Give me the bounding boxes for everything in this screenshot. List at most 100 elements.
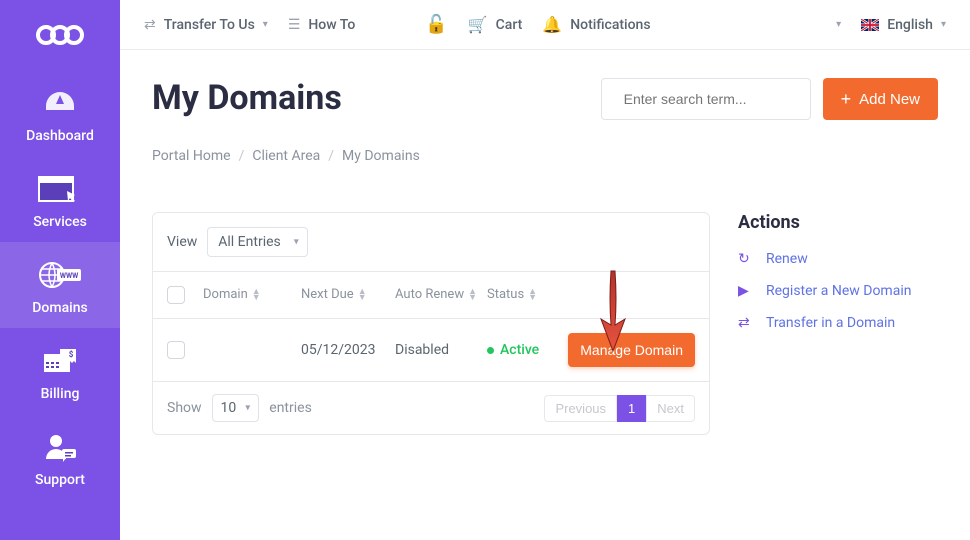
show-label: Show [167, 400, 202, 416]
action-label: Register a New Domain [766, 283, 911, 299]
action-renew[interactable]: ↻ Renew [738, 251, 938, 267]
search-box[interactable] [601, 78, 811, 120]
page-title: My Domains [152, 78, 342, 118]
topbar-label: Cart [496, 17, 523, 33]
topbar-label: Notifications [570, 17, 650, 33]
uk-flag-icon [861, 19, 879, 31]
topbar-label: Transfer To Us [164, 17, 255, 33]
manage-domain-button[interactable]: Manage Domain [568, 333, 695, 367]
domains-icon: WWW [37, 260, 83, 290]
nav-label: Support [35, 472, 85, 488]
button-label: Add New [859, 91, 920, 108]
svg-text:$: $ [69, 350, 74, 359]
topbar-transfer[interactable]: ⇄ Transfer To Us ▾ [144, 17, 268, 33]
sidebar-item-domains[interactable]: WWW Domains [0, 242, 120, 328]
transfer-icon: ⇄ [144, 17, 156, 33]
topbar-label: English [887, 17, 933, 33]
bell-icon: 🔔 [542, 15, 562, 34]
page-next[interactable]: Next [646, 395, 695, 422]
th-label: Domain [203, 287, 248, 303]
breadcrumb-sep: / [328, 148, 334, 164]
table-footer: Show 10 entries Previous 1 Next [153, 381, 709, 434]
breadcrumb: Portal Home / Client Area / My Domains [152, 148, 938, 164]
sidebar-item-dashboard[interactable]: Dashboard [0, 70, 120, 156]
sort-icon: ▲▼ [468, 289, 477, 301]
nav-label: Dashboard [26, 128, 94, 144]
plus-icon: + [841, 89, 852, 110]
actions-title: Actions [738, 212, 938, 233]
topbar: ⇄ Transfer To Us ▾ ☰ How To 🔓 🛒 Cart 🔔 N… [120, 0, 970, 50]
support-icon [37, 432, 83, 462]
nav-label: Billing [41, 386, 80, 402]
lock-icon: 🔓 [425, 14, 447, 35]
sidebar-item-services[interactable]: Services [0, 156, 120, 242]
action-label: Renew [766, 251, 808, 267]
sidebar-item-support[interactable]: Support [0, 414, 120, 500]
view-select[interactable]: All Entries [207, 227, 307, 257]
svg-text:WWW: WWW [60, 272, 79, 280]
actions-panel: Actions ↻ Renew ▶ Register a New Domain … [738, 212, 938, 347]
page-current[interactable]: 1 [617, 395, 646, 422]
sidebar-item-billing[interactable]: $ Billing [0, 328, 120, 414]
topbar-notifications[interactable]: 🔔 Notifications [542, 15, 650, 34]
cart-icon: 🛒 [468, 15, 488, 34]
th-label: Next Due [301, 287, 354, 303]
dashboard-icon [37, 88, 83, 118]
sort-icon: ▲▼ [528, 289, 537, 301]
action-transfer[interactable]: ⇄ Transfer in a Domain [738, 315, 938, 331]
th-next-due[interactable]: Next Due ▲▼ [301, 287, 387, 303]
chevron-down-icon: ▾ [836, 19, 841, 30]
topbar-label: How To [308, 17, 355, 33]
select-all-checkbox[interactable] [167, 286, 185, 304]
sidebar: Dashboard Services WWW Domains $ Billing… [0, 0, 120, 540]
status-badge: Active [487, 342, 557, 358]
topbar-lock[interactable]: 🔓 [425, 14, 447, 35]
th-domain[interactable]: Domain ▲▼ [203, 287, 293, 303]
app-logo [34, 15, 86, 55]
nav-label: Domains [32, 300, 87, 316]
pagination: Previous 1 Next [544, 395, 695, 422]
breadcrumb-item[interactable]: Portal Home [152, 148, 231, 164]
page-previous[interactable]: Previous [544, 395, 617, 422]
main-area: ⇄ Transfer To Us ▾ ☰ How To 🔓 🛒 Cart 🔔 N… [120, 0, 970, 540]
select-value: 10 [221, 400, 237, 416]
th-status[interactable]: Status ▲▼ [487, 287, 557, 303]
breadcrumb-item[interactable]: Client Area [252, 148, 320, 164]
refresh-icon: ↻ [738, 251, 754, 267]
cell-due: 05/12/2023 [301, 342, 387, 358]
th-label: Status [487, 287, 524, 303]
th-label: Auto Renew [395, 287, 464, 303]
th-auto-renew[interactable]: Auto Renew ▲▼ [395, 287, 479, 303]
domains-card: View All Entries Domain ▲▼ Next Due ▲▼ Aut… [152, 212, 710, 435]
row-checkbox[interactable] [167, 341, 185, 359]
per-page-select[interactable]: 10 [212, 394, 260, 422]
status-dot-icon [487, 347, 494, 354]
howto-icon: ☰ [288, 17, 301, 33]
topbar-language[interactable]: English ▾ [861, 17, 946, 33]
view-filter: View All Entries [153, 213, 709, 272]
status-text: Active [500, 342, 539, 358]
topbar-account[interactable]: ▾ [836, 19, 841, 30]
breadcrumb-item[interactable]: My Domains [342, 148, 420, 164]
sort-icon: ▲▼ [252, 289, 261, 301]
add-new-button[interactable]: + Add New [823, 78, 938, 120]
cell-renew: Disabled [395, 342, 479, 358]
action-label: Transfer in a Domain [766, 315, 895, 331]
transfer-icon: ⇄ [738, 315, 754, 331]
topbar-howto[interactable]: ☰ How To [288, 17, 356, 33]
chevron-down-icon: ▾ [941, 19, 946, 30]
services-icon [37, 174, 83, 204]
table-row: 05/12/2023 Disabled Active Manage Domain [153, 319, 709, 381]
chevron-down-icon: ▾ [263, 19, 268, 30]
topbar-cart[interactable]: 🛒 Cart [468, 15, 523, 34]
breadcrumb-sep: / [239, 148, 245, 164]
sort-icon: ▲▼ [358, 289, 367, 301]
nav-label: Services [33, 214, 87, 230]
entries-label: entries [269, 400, 312, 416]
billing-icon: $ [37, 346, 83, 376]
table-header-row: Domain ▲▼ Next Due ▲▼ Auto Renew ▲▼ Status ▲… [153, 272, 709, 319]
select-value: All Entries [218, 234, 280, 250]
search-input[interactable] [624, 91, 805, 107]
view-label: View [167, 234, 197, 250]
action-register[interactable]: ▶ Register a New Domain [738, 283, 938, 299]
